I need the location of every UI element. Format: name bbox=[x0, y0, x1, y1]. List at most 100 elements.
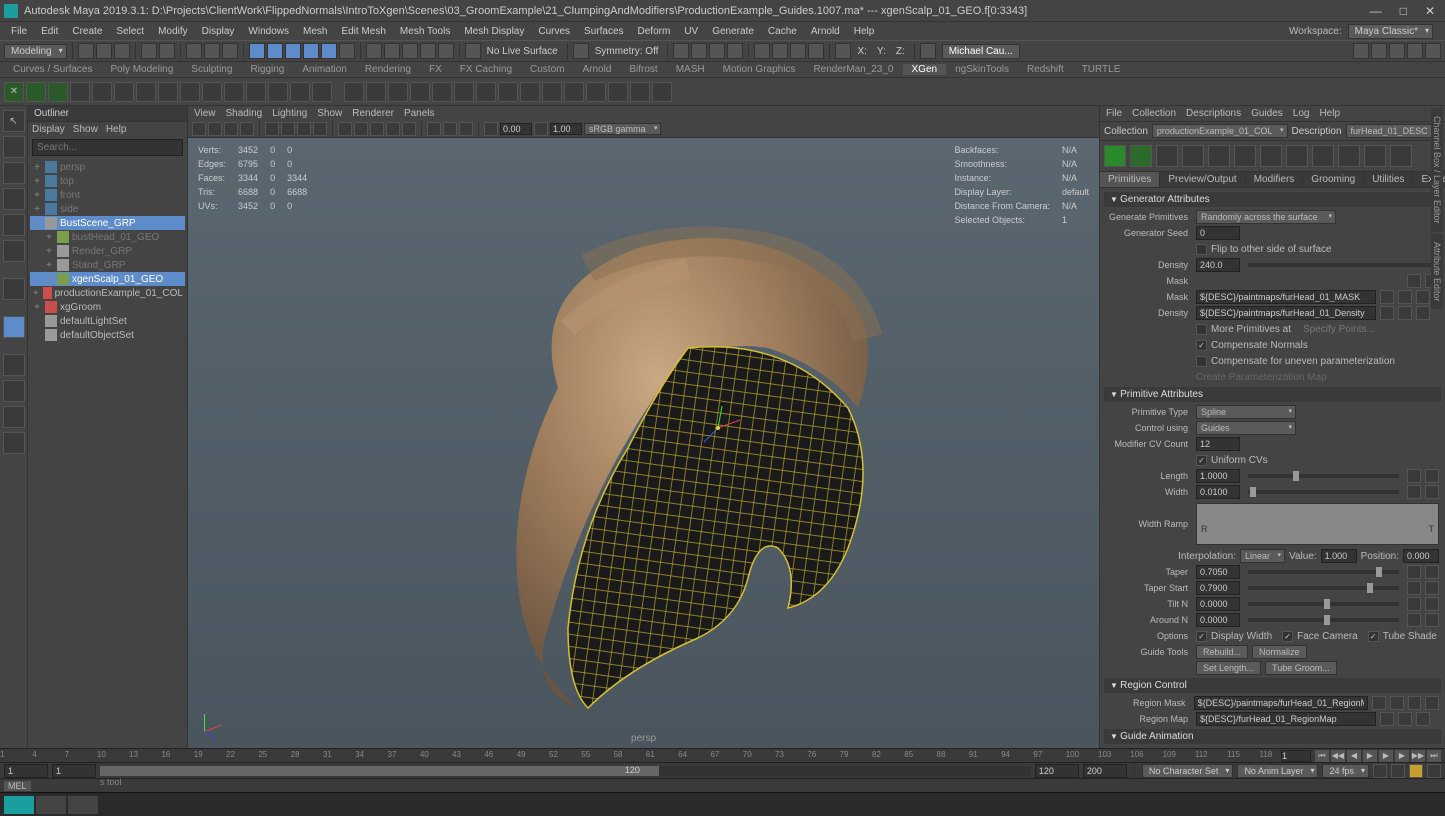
shelf-interactive-icon[interactable] bbox=[344, 82, 364, 102]
shelf-icon[interactable] bbox=[564, 82, 584, 102]
menu-uv[interactable]: UV bbox=[677, 26, 705, 37]
shelf-icon[interactable] bbox=[92, 82, 112, 102]
face-camera-checkbox[interactable] bbox=[1282, 631, 1293, 642]
xgen-collection-menu[interactable]: Collection bbox=[1132, 108, 1176, 119]
comp-normals-checkbox[interactable] bbox=[1196, 340, 1207, 351]
render-settings-icon[interactable] bbox=[727, 43, 743, 59]
rmask-expr-icon[interactable] bbox=[1408, 696, 1422, 710]
generate-primitives-dropdown[interactable]: Randomly across the surface bbox=[1196, 210, 1336, 224]
shelf-icon[interactable] bbox=[586, 82, 606, 102]
layout-single-icon[interactable] bbox=[3, 354, 25, 376]
open-scene-icon[interactable] bbox=[96, 43, 112, 59]
tree-item-default-light[interactable]: defaultLightSet bbox=[30, 314, 185, 328]
rmap-edit-icon[interactable] bbox=[1380, 712, 1394, 726]
shelf-icon[interactable] bbox=[630, 82, 650, 102]
tree-item-render-grp[interactable]: +Render_GRP bbox=[30, 244, 185, 258]
step-forward-key-icon[interactable]: ▶▶ bbox=[1411, 750, 1425, 762]
sync-icon[interactable] bbox=[1409, 764, 1423, 778]
tilt-expr-icon[interactable] bbox=[1407, 597, 1421, 611]
magnet-icon[interactable] bbox=[465, 43, 481, 59]
shelf-tab[interactable]: RenderMan_23_0 bbox=[804, 64, 902, 75]
shelf-icon[interactable] bbox=[520, 82, 540, 102]
shelf-icon[interactable] bbox=[224, 82, 244, 102]
transform-x-icon[interactable] bbox=[835, 43, 851, 59]
outliner-menu-display[interactable]: Display bbox=[32, 124, 65, 135]
vp-bookmark-icon[interactable] bbox=[224, 122, 238, 136]
layout-icon-4[interactable] bbox=[1407, 43, 1423, 59]
vp-menu-renderer[interactable]: Renderer bbox=[352, 108, 394, 119]
vp-menu-panels[interactable]: Panels bbox=[404, 108, 435, 119]
prefs-icon[interactable] bbox=[1427, 764, 1441, 778]
redo-icon[interactable] bbox=[159, 43, 175, 59]
outliner-menu-show[interactable]: Show bbox=[73, 124, 98, 135]
menu-file[interactable]: File bbox=[4, 26, 34, 37]
undo-icon[interactable] bbox=[141, 43, 157, 59]
shelf-create-description-icon[interactable] bbox=[26, 82, 46, 102]
shelf-tab[interactable]: Rigging bbox=[241, 64, 293, 75]
width-ramp[interactable]: RT bbox=[1196, 503, 1439, 545]
step-forward-icon[interactable]: ▶ bbox=[1395, 750, 1409, 762]
flip-checkbox[interactable] bbox=[1196, 244, 1207, 255]
primitive-type-dropdown[interactable]: Spline bbox=[1196, 405, 1296, 419]
xgen-tab-primitives[interactable]: Primitives bbox=[1100, 172, 1160, 187]
shelf-icon[interactable] bbox=[498, 82, 518, 102]
viewport-3d[interactable]: Verts:345200 Edges:679500 Faces:33440334… bbox=[188, 138, 1099, 748]
section-primitive-attributes[interactable]: Primitive Attributes bbox=[1104, 387, 1441, 402]
vp-gamma-input[interactable] bbox=[550, 123, 582, 135]
snap-plane-icon[interactable] bbox=[420, 43, 436, 59]
mask-expr-icon[interactable] bbox=[1407, 274, 1421, 288]
width-menu-icon[interactable] bbox=[1425, 485, 1439, 499]
rmap-menu-icon[interactable] bbox=[1416, 712, 1430, 726]
step-back-icon[interactable]: ◀ bbox=[1347, 750, 1361, 762]
playback-start-input[interactable] bbox=[52, 764, 96, 778]
lasso-icon[interactable] bbox=[204, 43, 220, 59]
xgen-guides-menu[interactable]: Guides bbox=[1251, 108, 1283, 119]
tube-groom-button[interactable]: Tube Groom... bbox=[1265, 661, 1337, 675]
vp-menu-show[interactable]: Show bbox=[317, 108, 342, 119]
tree-item-xggroom[interactable]: +xgGroom bbox=[30, 300, 185, 314]
tilt-slider[interactable] bbox=[1248, 602, 1399, 606]
xgen-tool-icon[interactable] bbox=[1338, 145, 1360, 167]
menu-edit-mesh[interactable]: Edit Mesh bbox=[334, 26, 392, 37]
density-browse-icon[interactable] bbox=[1416, 306, 1430, 320]
taper-expr-icon[interactable] bbox=[1407, 565, 1421, 579]
tree-item-top[interactable]: +top bbox=[30, 174, 185, 188]
go-end-icon[interactable]: ⏭ bbox=[1427, 750, 1441, 762]
xgen-add-guide-icon[interactable] bbox=[1156, 145, 1178, 167]
playback-prefs-icon[interactable] bbox=[1391, 764, 1405, 778]
mask-path-input[interactable] bbox=[1196, 290, 1376, 304]
layout-custom-icon[interactable] bbox=[3, 432, 25, 454]
shelf-tab[interactable]: Poly Modeling bbox=[101, 64, 182, 75]
shelf-tab[interactable]: Arnold bbox=[573, 64, 620, 75]
menu-mesh-display[interactable]: Mesh Display bbox=[457, 26, 531, 37]
vp-xray-icon[interactable] bbox=[443, 122, 457, 136]
vp-menu-lighting[interactable]: Lighting bbox=[272, 108, 307, 119]
range-end-input[interactable] bbox=[1083, 764, 1127, 778]
vp-lights-icon[interactable] bbox=[386, 122, 400, 136]
menu-surfaces[interactable]: Surfaces bbox=[577, 26, 630, 37]
shelf-icon[interactable] bbox=[476, 82, 496, 102]
description-dropdown[interactable]: furHead_01_DESC bbox=[1346, 124, 1443, 138]
user-name[interactable]: Michael Cau... bbox=[942, 44, 1020, 59]
length-menu-icon[interactable] bbox=[1425, 469, 1439, 483]
layout-two-icon[interactable] bbox=[3, 406, 25, 428]
vp-shadows-icon[interactable] bbox=[402, 122, 416, 136]
display-width-checkbox[interactable] bbox=[1196, 631, 1207, 642]
xgen-tool-icon[interactable] bbox=[3, 316, 25, 338]
shelf-tab[interactable]: Bifrost bbox=[620, 64, 666, 75]
shelf-tab[interactable]: Animation bbox=[293, 64, 355, 75]
script-lang-toggle[interactable]: MEL bbox=[4, 781, 31, 791]
ipr-icon[interactable] bbox=[709, 43, 725, 59]
playback-rewind-icon[interactable] bbox=[754, 43, 770, 59]
width-slider[interactable] bbox=[1248, 490, 1399, 494]
go-start-icon[interactable]: ⏮ bbox=[1315, 750, 1329, 762]
shelf-add-guide-icon[interactable] bbox=[48, 82, 68, 102]
select-face-icon[interactable] bbox=[303, 43, 319, 59]
rmap-save-icon[interactable] bbox=[1398, 712, 1412, 726]
vp-textured-icon[interactable] bbox=[370, 122, 384, 136]
shelf-icon[interactable] bbox=[366, 82, 386, 102]
menu-windows[interactable]: Windows bbox=[241, 26, 296, 37]
shelf-icon[interactable] bbox=[608, 82, 628, 102]
shelf-tab[interactable]: Rendering bbox=[356, 64, 420, 75]
menu-mesh[interactable]: Mesh bbox=[296, 26, 334, 37]
